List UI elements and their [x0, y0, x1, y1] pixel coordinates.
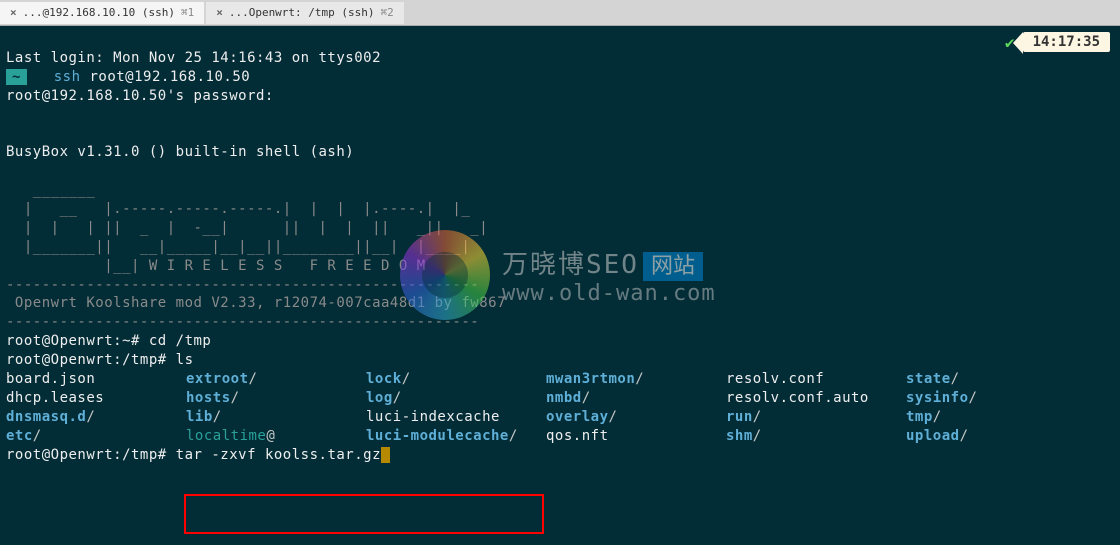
- terminal-output[interactable]: Last login: Mon Nov 25 14:16:43 on ttys0…: [0, 26, 1120, 468]
- ascii-art-line: |_______|| __|_____|__|__||________||__|…: [6, 239, 470, 255]
- last-login-line: Last login: Mon Nov 25 14:16:43 on ttys0…: [6, 50, 381, 66]
- ls-item: resolv.conf: [726, 371, 824, 387]
- tab-shortcut: ⌘1: [181, 6, 194, 19]
- ls-item: luci-indexcache: [366, 409, 500, 425]
- close-icon[interactable]: ×: [216, 6, 223, 19]
- ls-item: board.json: [6, 371, 95, 387]
- ls-item: log: [366, 390, 393, 406]
- ascii-art-line: | __ |.-----.-----.-----.| | | |.----.| …: [6, 201, 470, 217]
- ls-item: lock: [366, 371, 402, 387]
- ls-item: tmp: [906, 409, 933, 425]
- ls-item: etc: [6, 428, 33, 444]
- ls-item: mwan3rtmon: [546, 371, 635, 387]
- ssh-args: root@192.168.10.50: [81, 69, 251, 85]
- busybox-line: BusyBox v1.31.0 () built-in shell (ash): [6, 144, 354, 160]
- ls-item: upload: [906, 428, 960, 444]
- version-line: Openwrt Koolshare mod V2.33, r12074-007c…: [6, 295, 506, 311]
- ls-item: qos.nft: [546, 428, 609, 444]
- ls-item: shm: [726, 428, 753, 444]
- ls-item: overlay: [546, 409, 609, 425]
- shell-prompt: root@Openwrt:/tmp#: [6, 447, 176, 463]
- ls-item: resolv.conf.auto: [726, 390, 869, 406]
- tab-label: ...Openwrt: /tmp (ssh): [229, 6, 375, 19]
- ls-command: ls: [176, 352, 194, 368]
- ls-item: nmbd: [546, 390, 582, 406]
- cursor-icon: [381, 447, 390, 463]
- ls-item: extroot: [186, 371, 249, 387]
- divider-line: ----------------------------------------…: [6, 277, 479, 293]
- highlight-box: [184, 494, 544, 534]
- password-prompt: root@192.168.10.50's password:: [6, 88, 274, 104]
- tab-label: ...@192.168.10.10 (ssh): [23, 6, 175, 19]
- prompt-cwd-badge: ~: [6, 69, 27, 85]
- ls-item: dnsmasq.d: [6, 409, 86, 425]
- ls-item: hosts: [186, 390, 231, 406]
- clock-time: 14:17:35: [1023, 32, 1110, 52]
- ascii-art-line: |__| W I R E L E S S F R E E D O M: [6, 258, 426, 274]
- shell-prompt: root@Openwrt:~#: [6, 333, 149, 349]
- tab-ssh-1[interactable]: × ...@192.168.10.10 (ssh) ⌘1: [0, 2, 204, 24]
- divider-line: ----------------------------------------…: [6, 314, 479, 330]
- ls-item: state: [906, 371, 951, 387]
- tab-shortcut: ⌘2: [381, 6, 394, 19]
- tar-command: tar -zxvf koolss.tar.gz: [176, 447, 381, 463]
- status-time-badge: ✔ 14:17:35: [1005, 32, 1110, 52]
- tab-bar: × ...@192.168.10.10 (ssh) ⌘1 × ...Openwr…: [0, 0, 1120, 26]
- shell-prompt: root@Openwrt:/tmp#: [6, 352, 176, 368]
- ls-item: luci-modulecache: [366, 428, 509, 444]
- ls-item: dhcp.leases: [6, 390, 104, 406]
- ls-item: lib: [186, 409, 213, 425]
- ls-item: sysinfo: [906, 390, 969, 406]
- cd-command: cd /tmp: [149, 333, 212, 349]
- ls-item: localtime: [186, 428, 266, 444]
- ascii-art-line: | | | || _ | -__| || | | || _|| _|: [6, 220, 488, 236]
- tab-ssh-2[interactable]: × ...Openwrt: /tmp (ssh) ⌘2: [206, 2, 404, 24]
- ssh-command: ssh: [54, 69, 81, 85]
- close-icon[interactable]: ×: [10, 6, 17, 19]
- ls-item: run: [726, 409, 753, 425]
- ascii-art-line: _______: [6, 182, 95, 198]
